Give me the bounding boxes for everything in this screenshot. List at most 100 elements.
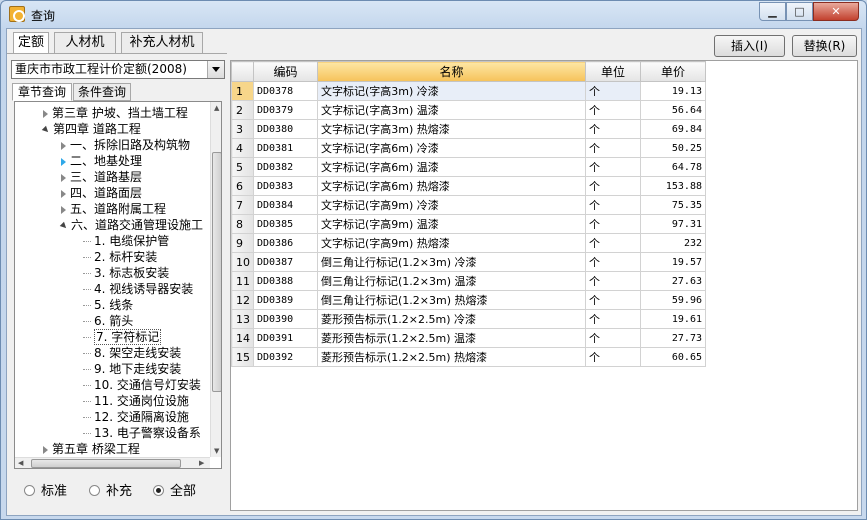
tree-vertical-scroll-thumb[interactable]	[212, 152, 221, 392]
price-cell[interactable]: 27.73	[640, 328, 706, 348]
row-number-cell[interactable]: 3	[231, 119, 254, 139]
expanded-arrow-icon[interactable]	[41, 125, 51, 134]
row-number-cell[interactable]: 10	[231, 252, 254, 272]
code-cell[interactable]: DD0390	[253, 309, 318, 329]
row-number-cell[interactable]: 15	[231, 347, 254, 367]
unit-cell[interactable]: 个	[585, 100, 641, 120]
tree-node[interactable]: 2. 标杆安装	[83, 249, 157, 265]
price-cell[interactable]: 60.65	[640, 347, 706, 367]
name-cell[interactable]: 文字标记(字高9m) 热熔漆	[317, 233, 586, 253]
scroll-down-icon[interactable]: ▼	[214, 447, 219, 455]
insert-button[interactable]: 插入(I)	[714, 35, 785, 57]
unit-cell[interactable]: 个	[585, 233, 641, 253]
radio-standard[interactable]: 标准	[24, 484, 67, 500]
radio-all-circle[interactable]	[153, 485, 164, 496]
table-row[interactable]: 2 DD0379 文字标记(字高3m) 温漆个 56.64	[231, 100, 706, 120]
expanded-arrow-icon[interactable]	[59, 221, 69, 230]
chapter-tree[interactable]: 第三章 护坡、挡土墙工程 第四章 道路工程 一、拆除旧路及构筑物 二、地基处理 三、道路…	[14, 101, 222, 469]
name-cell[interactable]: 菱形预告标示(1.2×2.5m) 温漆	[317, 328, 586, 348]
radio-supplement[interactable]: 补充	[89, 484, 132, 500]
maximize-button[interactable]: □	[786, 2, 813, 21]
code-cell[interactable]: DD0381	[253, 138, 318, 158]
table-row[interactable]: 11 DD0388 倒三角让行标记(1.2×3m) 温漆个 27.63	[231, 271, 706, 291]
name-cell[interactable]: 菱形预告标示(1.2×2.5m) 冷漆	[317, 309, 586, 329]
name-cell[interactable]: 文字标记(字高6m) 温漆	[317, 157, 586, 177]
tree-node[interactable]: 六、道路交通管理设施工	[59, 217, 203, 233]
name-cell[interactable]: 文字标记(字高6m) 热熔漆	[317, 176, 586, 196]
dropdown-arrow-icon[interactable]	[207, 61, 224, 78]
tree-node[interactable]: 1. 电缆保护管	[83, 233, 169, 249]
tree-node[interactable]: 第五章 桥梁工程	[43, 441, 140, 457]
name-cell[interactable]: 文字标记(字高9m) 冷漆	[317, 195, 586, 215]
tree-node[interactable]: 8. 架空走线安装	[83, 345, 181, 361]
table-row[interactable]: 8 DD0385 文字标记(字高9m) 温漆个 97.31	[231, 214, 706, 234]
code-cell[interactable]: DD0379	[253, 100, 318, 120]
price-cell[interactable]: 19.13	[640, 81, 706, 101]
row-number-cell[interactable]: 13	[231, 309, 254, 329]
collapsed-arrow-icon[interactable]	[61, 205, 66, 214]
unit-cell[interactable]: 个	[585, 214, 641, 234]
row-number-cell[interactable]: 11	[231, 271, 254, 291]
code-cell[interactable]: DD0382	[253, 157, 318, 177]
tree-node[interactable]: 三、道路基层	[61, 169, 142, 185]
code-cell[interactable]: DD0387	[253, 252, 318, 272]
collapsed-arrow-icon[interactable]	[61, 157, 66, 166]
price-cell[interactable]: 232	[640, 233, 706, 253]
row-number-cell[interactable]: 14	[231, 328, 254, 348]
price-cell[interactable]: 64.78	[640, 157, 706, 177]
collapsed-arrow-icon[interactable]	[61, 189, 66, 198]
code-cell[interactable]: DD0380	[253, 119, 318, 139]
tab-chapter-query[interactable]: 章节查询	[12, 83, 72, 101]
row-number-cell[interactable]: 5	[231, 157, 254, 177]
replace-button[interactable]: 替换(R)	[792, 35, 857, 57]
close-button[interactable]: ✕	[813, 2, 859, 21]
column-header-unit[interactable]: 单位	[585, 61, 641, 82]
code-cell[interactable]: DD0389	[253, 290, 318, 310]
tab-condition-query[interactable]: 条件查询	[73, 83, 131, 101]
price-cell[interactable]: 69.84	[640, 119, 706, 139]
price-cell[interactable]: 59.96	[640, 290, 706, 310]
code-cell[interactable]: DD0384	[253, 195, 318, 215]
quota-grid[interactable]: 编码 名称 单位 单价 1 DD0378 文字标记(字高3m) 冷漆个 19.13 2 D…	[230, 60, 858, 511]
code-cell[interactable]: DD0392	[253, 347, 318, 367]
tree-node[interactable]: 5. 线条	[83, 297, 133, 313]
column-header-price[interactable]: 单价	[640, 61, 706, 82]
tree-node[interactable]: 7. 字符标记	[83, 329, 162, 345]
unit-cell[interactable]: 个	[585, 309, 641, 329]
name-cell[interactable]: 倒三角让行标记(1.2×3m) 热熔漆	[317, 290, 586, 310]
row-number-cell[interactable]: 2	[231, 100, 254, 120]
radio-supplement-circle[interactable]	[89, 485, 100, 496]
name-cell[interactable]: 菱形预告标示(1.2×2.5m) 热熔漆	[317, 347, 586, 367]
tree-node[interactable]: 9. 地下走线安装	[83, 361, 181, 377]
name-cell[interactable]: 倒三角让行标记(1.2×3m) 温漆	[317, 271, 586, 291]
table-row[interactable]: 15 DD0392 菱形预告标示(1.2×2.5m) 热熔漆个 60.65	[231, 347, 706, 367]
tree-node[interactable]: 6. 箭头	[83, 313, 133, 329]
code-cell[interactable]: DD0385	[253, 214, 318, 234]
price-cell[interactable]: 75.35	[640, 195, 706, 215]
table-row[interactable]: 4 DD0381 文字标记(字高6m) 冷漆个 50.25	[231, 138, 706, 158]
collapsed-arrow-icon[interactable]	[61, 141, 66, 150]
code-cell[interactable]: DD0391	[253, 328, 318, 348]
unit-cell[interactable]: 个	[585, 271, 641, 291]
row-number-cell[interactable]: 8	[231, 214, 254, 234]
row-number-cell[interactable]: 4	[231, 138, 254, 158]
tree-horizontal-scroll-thumb[interactable]	[31, 459, 181, 468]
row-number-cell[interactable]: 9	[231, 233, 254, 253]
row-number-cell[interactable]: 7	[231, 195, 254, 215]
tree-vertical-scrollbar[interactable]: ▲ ▼	[210, 102, 221, 457]
column-header-name[interactable]: 名称	[317, 61, 586, 82]
tree-horizontal-scrollbar[interactable]: ◀ ▶	[15, 457, 210, 468]
unit-cell[interactable]: 个	[585, 138, 641, 158]
tree-node[interactable]: 11. 交通岗位设施	[83, 393, 189, 409]
table-row[interactable]: 7 DD0384 文字标记(字高9m) 冷漆个 75.35	[231, 195, 706, 215]
row-number-cell[interactable]: 1	[231, 81, 254, 101]
table-row[interactable]: 1 DD0378 文字标记(字高3m) 冷漆个 19.13	[231, 81, 706, 101]
price-cell[interactable]: 19.57	[640, 252, 706, 272]
title-bar[interactable]: 查询 ▁ □ ✕	[1, 1, 866, 27]
radio-standard-circle[interactable]	[24, 485, 35, 496]
tree-node[interactable]: 10. 交通信号灯安装	[83, 377, 201, 393]
code-cell[interactable]: DD0388	[253, 271, 318, 291]
quota-library-select[interactable]: 重庆市市政工程计价定额(2008)	[11, 60, 225, 79]
code-cell[interactable]: DD0383	[253, 176, 318, 196]
collapsed-arrow-icon[interactable]	[43, 109, 48, 118]
